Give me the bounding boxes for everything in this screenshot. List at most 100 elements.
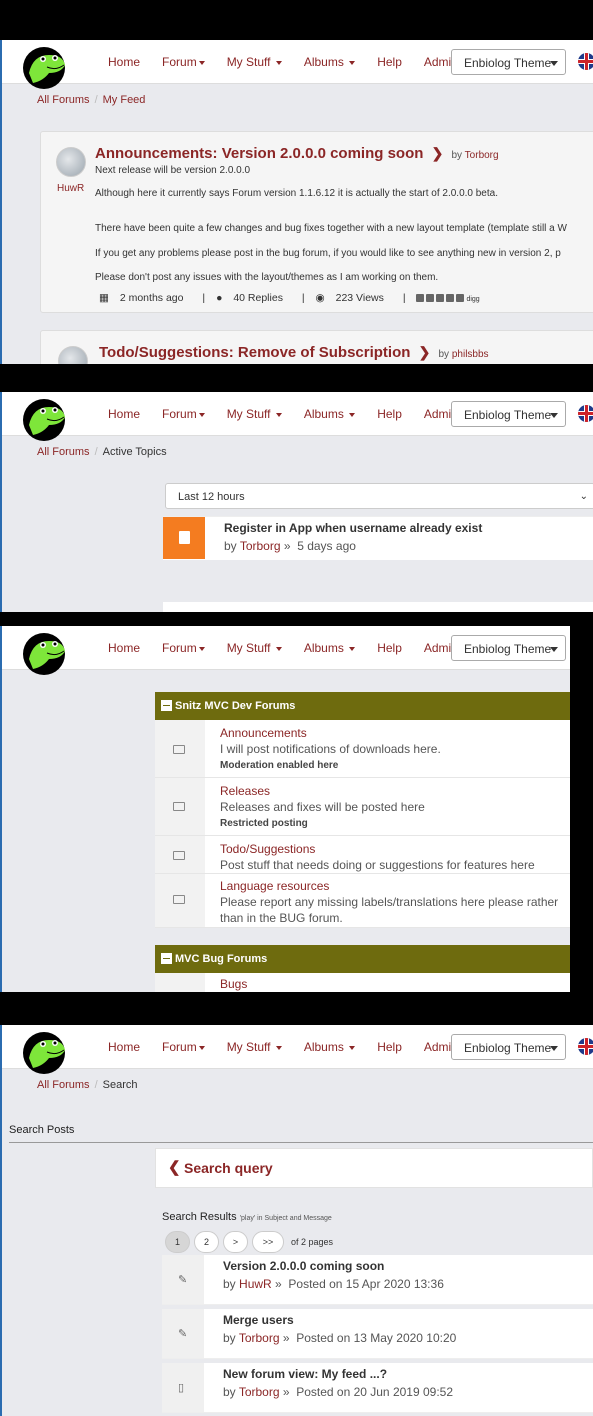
search-result-row[interactable]: ✎ Merge users by Torborg » Posted on 13 … xyxy=(162,1309,593,1359)
topic-row[interactable]: Register in App when username already ex… xyxy=(163,516,593,560)
forum-name[interactable]: Todo/Suggestions xyxy=(220,842,315,856)
title-colon: : xyxy=(212,145,218,162)
page-2-button[interactable]: 2 xyxy=(194,1231,219,1253)
frog-logo-icon[interactable] xyxy=(19,43,73,89)
author-link[interactable]: HuwR xyxy=(239,1277,272,1291)
page-1-button[interactable]: 1 xyxy=(165,1231,190,1253)
frog-logo-icon[interactable] xyxy=(19,1028,73,1074)
collapse-icon[interactable] xyxy=(161,953,172,964)
uk-flag-icon[interactable] xyxy=(578,53,593,70)
share-icon[interactable] xyxy=(446,294,455,303)
nav-help[interactable]: Help xyxy=(377,641,402,655)
breadcrumb-all-forums[interactable]: All Forums xyxy=(37,1079,90,1091)
google-icon[interactable] xyxy=(436,294,445,303)
author-link[interactable]: Torborg xyxy=(239,1385,280,1399)
digg-link[interactable]: digg xyxy=(466,296,479,303)
breadcrumb: All Forums / Active Topics xyxy=(37,446,167,458)
twitter-icon[interactable] xyxy=(426,294,435,303)
author-link[interactable]: Torborg xyxy=(240,539,281,553)
avatar[interactable] xyxy=(58,346,88,364)
nav-forum[interactable]: Forum xyxy=(162,641,205,655)
navbar: Home Forum My Stuff Albums Help Admin En… xyxy=(2,1025,593,1074)
pin-icon: ✎ xyxy=(178,1274,188,1286)
nav-label: Albums xyxy=(303,1040,344,1054)
nav-albums[interactable]: Albums xyxy=(303,1040,356,1054)
category-header[interactable]: MVC Bug Forums xyxy=(155,945,570,973)
nav-albums[interactable]: Albums xyxy=(304,641,356,655)
theme-select[interactable]: Enbiolog Theme xyxy=(451,401,566,427)
nav-my-stuff[interactable]: My Stuff xyxy=(227,1040,282,1054)
search-result-row[interactable]: ✎ Version 2.0.0.0 coming soon by HuwR » … xyxy=(162,1255,593,1305)
forum-description: I will post notifications of downloads h… xyxy=(220,742,441,756)
nav-home[interactable]: Home xyxy=(108,1040,140,1054)
topic-title[interactable]: Register in App when username already ex… xyxy=(224,521,482,535)
nav-forum[interactable]: Forum xyxy=(162,1040,205,1054)
forum-row[interactable]: Announcements I will post notifications … xyxy=(155,720,570,778)
post-replies[interactable]: ● 40 Replies xyxy=(216,292,291,304)
nav-my-stuff[interactable]: My Stuff xyxy=(227,641,282,655)
nav-help[interactable]: Help xyxy=(377,55,402,69)
forum-row[interactable]: Bugs xyxy=(155,973,570,992)
post-author: by Torborg xyxy=(452,150,499,161)
separator: » xyxy=(275,1277,282,1291)
forum-row[interactable]: Todo/Suggestions Post stuff that needs d… xyxy=(155,836,570,874)
facebook-icon[interactable] xyxy=(416,294,425,303)
last-page-button[interactable]: >> xyxy=(252,1231,284,1253)
nav-forum[interactable]: Forum xyxy=(162,55,205,69)
breadcrumb-all-forums[interactable]: All Forums xyxy=(37,94,90,106)
collapse-icon[interactable] xyxy=(161,700,172,711)
post-forum-link[interactable]: Todo/Suggestions xyxy=(99,344,229,361)
avatar[interactable] xyxy=(56,147,86,177)
category-header[interactable]: Snitz MVC Dev Forums xyxy=(155,692,570,720)
by-prefix: by xyxy=(224,539,237,553)
breadcrumb-current[interactable]: My Feed xyxy=(103,94,146,106)
nav-help[interactable]: Help xyxy=(377,1040,402,1054)
theme-select[interactable]: Enbiolog Theme xyxy=(451,1034,566,1060)
search-query-toggle[interactable]: ❮ Search query xyxy=(155,1148,593,1188)
nav-home[interactable]: Home xyxy=(108,55,140,69)
folder-icon xyxy=(173,851,185,860)
author-link[interactable]: Torborg xyxy=(239,1331,280,1345)
nav-home[interactable]: Home xyxy=(108,407,140,421)
reddit-icon[interactable] xyxy=(456,294,465,303)
forum-row[interactable]: Language resources Please report any mis… xyxy=(155,874,570,928)
calendar-icon: ▦ xyxy=(99,292,109,304)
next-page-button[interactable]: > xyxy=(223,1231,248,1253)
frog-logo-icon[interactable] xyxy=(19,629,73,675)
time-range-select[interactable]: Last 12 hours ⌄ xyxy=(165,483,593,509)
theme-select[interactable]: Enbiolog Theme xyxy=(451,49,566,75)
frog-logo-icon[interactable] xyxy=(19,395,73,441)
forum-name[interactable]: Bugs xyxy=(220,977,247,991)
search-result-row[interactable]: ▯ New forum view: My feed ...? by Torbor… xyxy=(162,1363,593,1413)
author-link[interactable]: philsbbs xyxy=(452,349,489,360)
forum-row[interactable]: Releases Releases and fixes will be post… xyxy=(155,778,570,836)
nav-label: My Stuff xyxy=(226,55,271,69)
breadcrumb-all-forums[interactable]: All Forums xyxy=(37,446,90,458)
nav-label: Home xyxy=(108,55,141,69)
uk-flag-icon[interactable] xyxy=(578,405,593,422)
chevron-down-icon xyxy=(550,647,558,652)
uk-flag-icon[interactable] xyxy=(578,1038,593,1055)
nav-help[interactable]: Help xyxy=(377,407,402,421)
forum-name[interactable]: Announcements xyxy=(220,726,307,740)
breadcrumb: All Forums / Search xyxy=(37,1079,137,1091)
nav-home[interactable]: Home xyxy=(108,641,140,655)
post-topic-link[interactable]: Remove of Subscription xyxy=(238,344,411,361)
avatar-username[interactable]: HuwR xyxy=(57,183,84,194)
post-forum-link[interactable]: Announcements xyxy=(95,145,213,162)
nav-my-stuff[interactable]: My Stuff xyxy=(227,55,282,69)
forum-name[interactable]: Language resources xyxy=(220,879,329,893)
nav-forum[interactable]: Forum xyxy=(162,407,205,421)
navbar: Home Forum My Stuff Albums Help Admin En… xyxy=(2,40,593,89)
by-prefix: by xyxy=(223,1385,236,1399)
result-title[interactable]: New forum view: My feed ...? xyxy=(223,1367,387,1381)
result-title[interactable]: Version 2.0.0.0 coming soon xyxy=(223,1259,384,1273)
result-title[interactable]: Merge users xyxy=(223,1313,294,1327)
post-topic-link[interactable]: Version 2.0.0.0 coming soon xyxy=(222,145,424,162)
theme-select[interactable]: Enbiolog Theme xyxy=(451,635,566,661)
nav-albums[interactable]: Albums xyxy=(304,407,356,421)
nav-albums[interactable]: Albums xyxy=(304,55,356,69)
forum-name[interactable]: Releases xyxy=(220,784,270,798)
nav-my-stuff[interactable]: My Stuff xyxy=(227,407,282,421)
author-link[interactable]: Torborg xyxy=(465,150,499,161)
